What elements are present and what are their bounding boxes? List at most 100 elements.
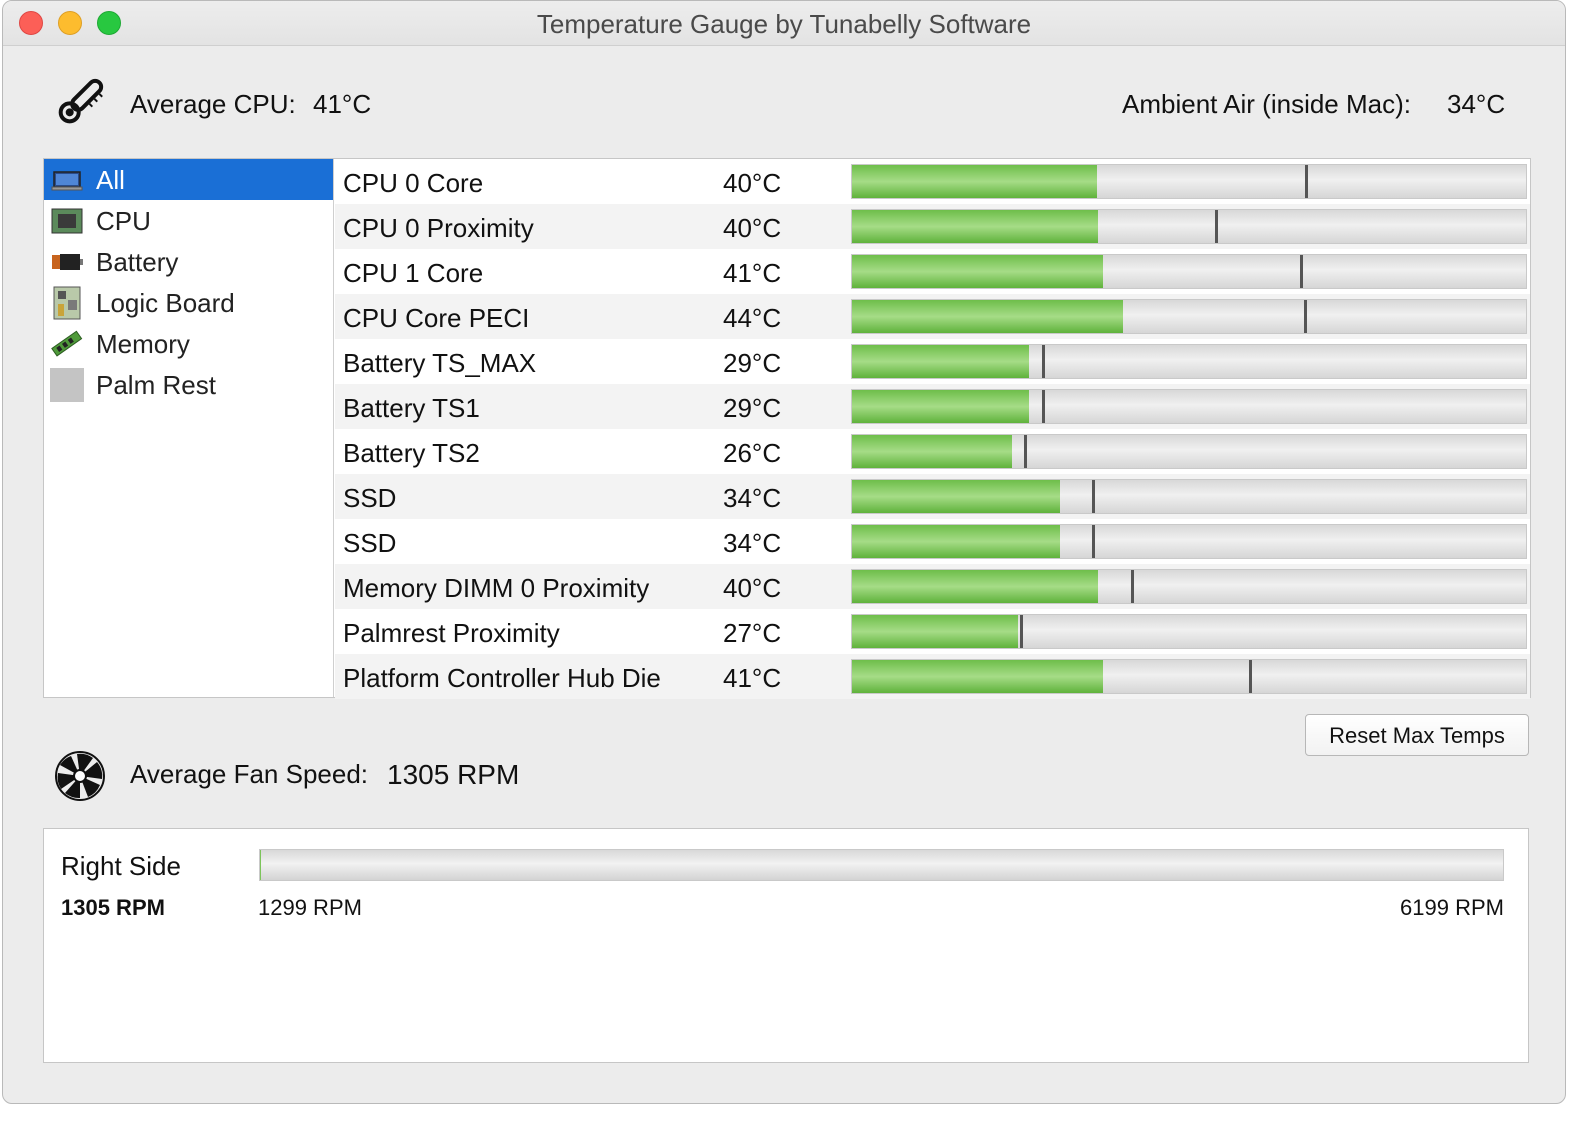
title-bar: Temperature Gauge by Tunabelly Software bbox=[3, 1, 1565, 46]
sensor-name: Platform Controller Hub Die bbox=[343, 663, 661, 693]
temperature-bar-fill bbox=[852, 615, 1019, 648]
temperature-bar-fill bbox=[852, 570, 1098, 603]
temperature-bar-fill bbox=[852, 435, 1013, 468]
sensor-row: Platform Controller Hub Die 41°C bbox=[335, 654, 1530, 699]
sensor-name: CPU Core PECI bbox=[343, 303, 530, 333]
max-temp-marker bbox=[1303, 300, 1307, 333]
temperature-bar bbox=[851, 434, 1527, 469]
max-temp-marker bbox=[1041, 390, 1045, 423]
max-temp-marker bbox=[1023, 435, 1027, 468]
sensor-temperature: 29°C bbox=[723, 393, 782, 423]
sidebar-item-label: Logic Board bbox=[96, 288, 235, 318]
app-window: Temperature Gauge by Tunabelly Software … bbox=[2, 0, 1566, 1104]
laptop-icon bbox=[51, 171, 83, 191]
fan-speed-fill bbox=[260, 850, 262, 880]
sensor-name: Battery TS_MAX bbox=[343, 348, 537, 378]
temperature-bar bbox=[851, 524, 1527, 559]
temperature-bar bbox=[851, 569, 1527, 604]
logic-board-icon bbox=[53, 286, 81, 320]
sidebar-item-logic-board[interactable]: Logic Board bbox=[44, 282, 333, 323]
fan-current-rpm: 1305 RPM bbox=[61, 895, 165, 920]
sensor-name: CPU 0 Proximity bbox=[343, 213, 534, 243]
sensor-name: Battery TS1 bbox=[343, 393, 480, 423]
temperature-bar bbox=[851, 614, 1527, 649]
sidebar-item-battery[interactable]: Battery bbox=[44, 241, 333, 282]
max-temp-marker bbox=[1019, 615, 1023, 648]
max-temp-marker bbox=[1299, 255, 1303, 288]
sensor-temperature: 40°C bbox=[723, 168, 782, 198]
sidebar-item-palm-rest[interactable]: Palm Rest bbox=[44, 364, 333, 405]
sensor-name: CPU 1 Core bbox=[343, 258, 484, 288]
window-title: Temperature Gauge by Tunabelly Software bbox=[536, 9, 1032, 39]
sensor-row: Battery TS_MAX 29°C bbox=[335, 339, 1530, 384]
sensor-temperature: 27°C bbox=[723, 618, 782, 648]
category-sidebar: All CPU Battery Logic Board Memory Palm … bbox=[44, 159, 334, 697]
sidebar-item-label: Memory bbox=[96, 329, 190, 359]
memory-stick-icon bbox=[51, 330, 83, 357]
sensor-temperature: 41°C bbox=[723, 258, 782, 288]
temperature-bar-fill bbox=[852, 255, 1103, 288]
max-temp-marker bbox=[1214, 210, 1218, 243]
sensor-temperature: 44°C bbox=[723, 303, 782, 333]
ambient-air-value: 34°C bbox=[1447, 89, 1506, 119]
sensor-name: SSD bbox=[343, 528, 397, 558]
battery-icon bbox=[52, 254, 83, 270]
sidebar-item-label: CPU bbox=[96, 206, 151, 236]
max-temp-marker bbox=[1305, 165, 1309, 198]
sensor-temperature: 40°C bbox=[723, 573, 782, 603]
fan-min-rpm: 1299 RPM bbox=[258, 895, 362, 920]
max-temp-marker bbox=[1248, 660, 1252, 693]
cpu-chip-icon bbox=[51, 208, 83, 234]
sensor-row: CPU 1 Core 41°C bbox=[335, 249, 1530, 294]
palm-rest-icon bbox=[50, 368, 84, 402]
sensor-row: Memory DIMM 0 Proximity 40°C bbox=[335, 564, 1530, 609]
sidebar-item-label: Palm Rest bbox=[96, 370, 216, 400]
max-temp-marker bbox=[1041, 345, 1045, 378]
temperature-bar-fill bbox=[852, 480, 1060, 513]
temperature-bar-fill bbox=[852, 165, 1097, 198]
sensor-temperature: 41°C bbox=[723, 663, 782, 693]
avg-cpu-label: Average CPU: bbox=[130, 89, 296, 119]
sensor-name: CPU 0 Core bbox=[343, 168, 484, 198]
sensor-row: CPU 0 Proximity 40°C bbox=[335, 204, 1530, 249]
sidebar-item-cpu[interactable]: CPU bbox=[44, 200, 333, 241]
sensor-row: Battery TS1 29°C bbox=[335, 384, 1530, 429]
sidebar-item-memory[interactable]: Memory bbox=[44, 323, 333, 364]
temperature-bar-fill bbox=[852, 525, 1060, 558]
avg-fan-speed-value: 1305 RPM bbox=[387, 759, 520, 790]
max-temp-marker bbox=[1130, 570, 1134, 603]
fan-panel: Right Side 1305 RPM 1299 RPM 6199 RPM bbox=[43, 828, 1529, 1063]
temperature-bar bbox=[851, 344, 1527, 379]
sensor-temperature: 26°C bbox=[723, 438, 782, 468]
sensor-name: Battery TS2 bbox=[343, 438, 480, 468]
temperature-bar-fill bbox=[852, 345, 1029, 378]
sidebar-item-label: Battery bbox=[96, 247, 179, 277]
temperature-bar bbox=[851, 254, 1527, 289]
max-temp-marker bbox=[1091, 525, 1095, 558]
sensor-temperature: 34°C bbox=[723, 483, 782, 513]
temperature-bar bbox=[851, 389, 1527, 424]
fan-speed-bar bbox=[259, 849, 1504, 881]
temperature-bar bbox=[851, 659, 1527, 694]
sensor-row: SSD 34°C bbox=[335, 474, 1530, 519]
max-temp-marker bbox=[1091, 480, 1095, 513]
sensor-row: CPU Core PECI 44°C bbox=[335, 294, 1530, 339]
fan-name: Right Side bbox=[61, 851, 181, 881]
fan-max-rpm: 6199 RPM bbox=[1400, 895, 1504, 920]
avg-cpu-value: 41°C bbox=[313, 89, 372, 119]
sensor-temperature: 29°C bbox=[723, 348, 782, 378]
temperature-bar bbox=[851, 299, 1527, 334]
thermometer-icon bbox=[58, 78, 104, 124]
sidebar-item-label: All bbox=[96, 165, 125, 195]
sensor-name: SSD bbox=[343, 483, 397, 513]
reset-max-temps-button[interactable]: Reset Max Temps bbox=[1305, 714, 1529, 756]
temperature-bar-fill bbox=[852, 210, 1098, 243]
sensor-name: Memory DIMM 0 Proximity bbox=[343, 573, 650, 603]
sensor-row: Battery TS2 26°C bbox=[335, 429, 1530, 474]
sensor-temperature: 34°C bbox=[723, 528, 782, 558]
sensor-row: CPU 0 Core 40°C bbox=[335, 159, 1530, 204]
sensor-temperature: 40°C bbox=[723, 213, 782, 243]
sensor-panel: All CPU Battery Logic Board Memory Palm … bbox=[43, 158, 1531, 699]
temperature-bar-fill bbox=[852, 390, 1029, 423]
sidebar-item-all[interactable]: All bbox=[44, 159, 333, 200]
